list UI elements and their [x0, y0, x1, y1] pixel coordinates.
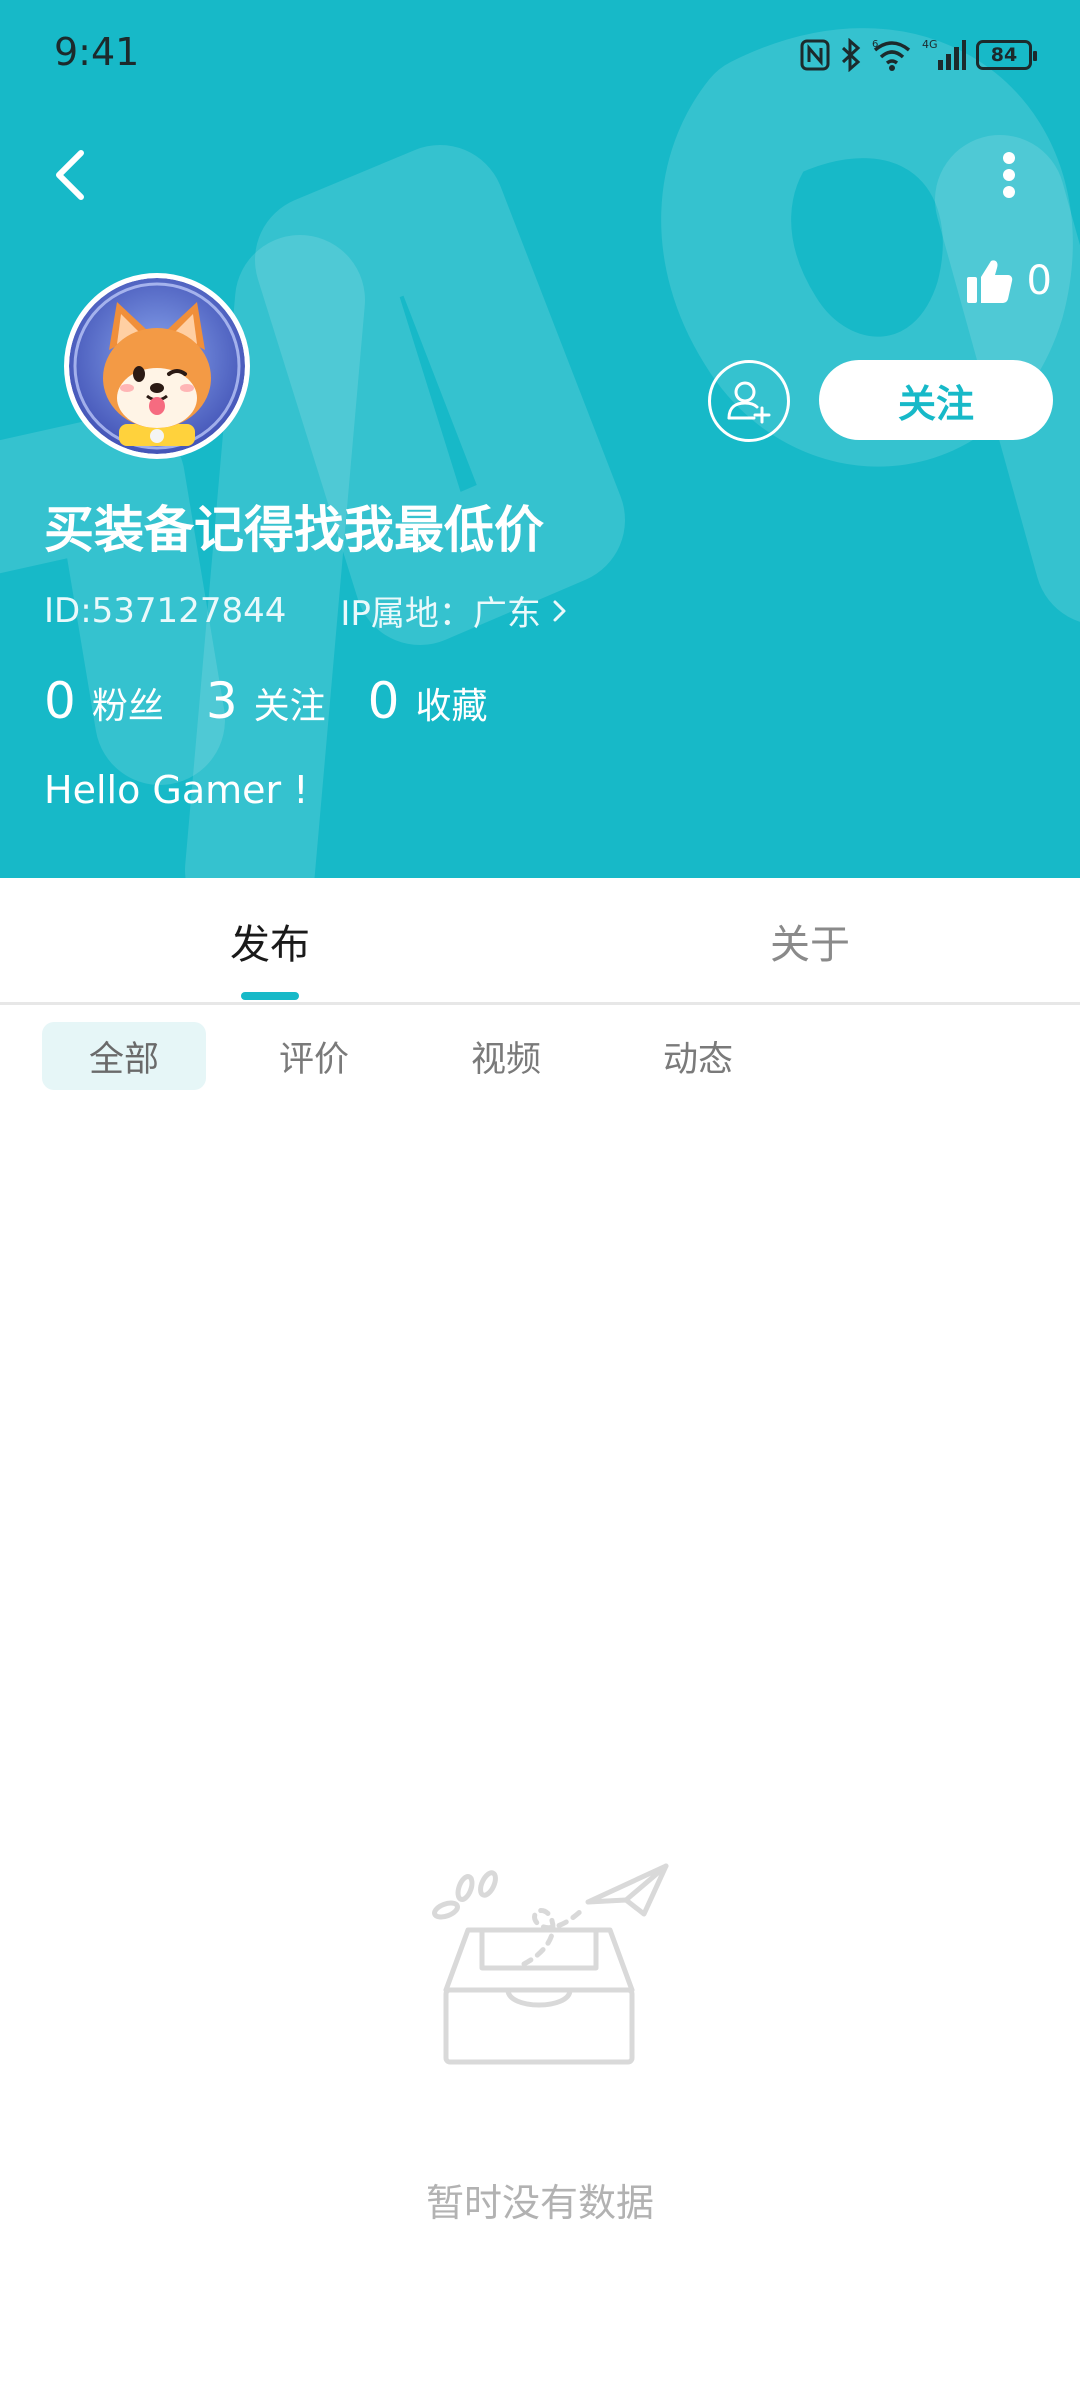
stat-fans-label: 粉丝	[91, 686, 164, 727]
more-icon	[1003, 152, 1015, 198]
status-icons: 6 4G 84	[800, 34, 1037, 76]
thumbs-up-icon	[966, 260, 1012, 303]
bluetooth-icon	[841, 38, 861, 72]
stat-following-label: 关注	[253, 686, 326, 727]
username: 买装备记得找我最低价	[44, 501, 544, 559]
main-tabs: 发布 关于	[0, 878, 1080, 1005]
status-time: 9:41	[54, 30, 140, 74]
tab-publish[interactable]: 发布	[230, 912, 310, 970]
more-options-button[interactable]	[974, 140, 1044, 210]
add-friend-button[interactable]	[708, 360, 790, 442]
stats-row: 0 粉丝 3 关注 0 收藏	[44, 672, 529, 730]
stat-fans-count: 0	[44, 672, 76, 730]
stat-favorites[interactable]: 0 收藏	[368, 672, 488, 730]
wifi-icon: 6	[872, 39, 911, 71]
shiba-dog-avatar	[69, 278, 245, 454]
nfc-icon	[800, 39, 830, 71]
tab-indicator	[241, 992, 299, 1000]
chevron-right-icon	[553, 600, 566, 621]
filter-posts[interactable]: 动态	[616, 1022, 780, 1090]
avatar[interactable]	[64, 273, 250, 459]
stat-favorites-label: 收藏	[415, 686, 488, 727]
like-count: 0	[1026, 258, 1052, 304]
follow-button[interactable]: 关注	[819, 360, 1053, 440]
stat-following-count: 3	[205, 672, 238, 730]
svg-text:4G: 4G	[922, 38, 938, 51]
filter-reviews[interactable]: 评价	[232, 1022, 396, 1090]
ip-location[interactable]: IP属地：广东	[340, 586, 571, 635]
signal-icon: 4G	[922, 38, 966, 70]
filter-all[interactable]: 全部	[42, 1022, 206, 1090]
battery-level: 84	[990, 44, 1018, 66]
back-icon	[56, 150, 84, 200]
tab-about[interactable]: 关于	[770, 912, 850, 970]
empty-state-text: 暂时没有数据	[425, 2181, 654, 2225]
user-id-line: ID:537127844 IP属地：广东	[44, 586, 571, 635]
status-bar: 9:41 6 4G 84	[0, 0, 1080, 110]
ip-location-text: IP属地：广东	[340, 594, 541, 634]
user-id: ID:537127844	[44, 590, 287, 631]
stat-following[interactable]: 3 关注	[206, 672, 326, 730]
empty-state-illustration	[420, 1860, 670, 2074]
battery-icon: 84	[976, 40, 1037, 70]
empty-box-icon	[432, 1863, 669, 2065]
user-bio: Hello Gamer !	[44, 768, 309, 812]
add-friend-icon	[727, 381, 771, 424]
like-button[interactable]: 0	[965, 250, 1052, 312]
back-button[interactable]	[36, 140, 106, 210]
svg-text:6: 6	[872, 39, 878, 50]
stat-favorites-count: 0	[367, 672, 400, 730]
filter-tabs: 全部 评价 视频 动态	[0, 1022, 1080, 1092]
stat-fans[interactable]: 0 粉丝	[44, 672, 164, 730]
profile-header: 9:41 6 4G 84 0 关注 买装备记得找我最低价 ID:53712784…	[0, 0, 1080, 878]
filter-videos[interactable]: 视频	[424, 1022, 588, 1090]
